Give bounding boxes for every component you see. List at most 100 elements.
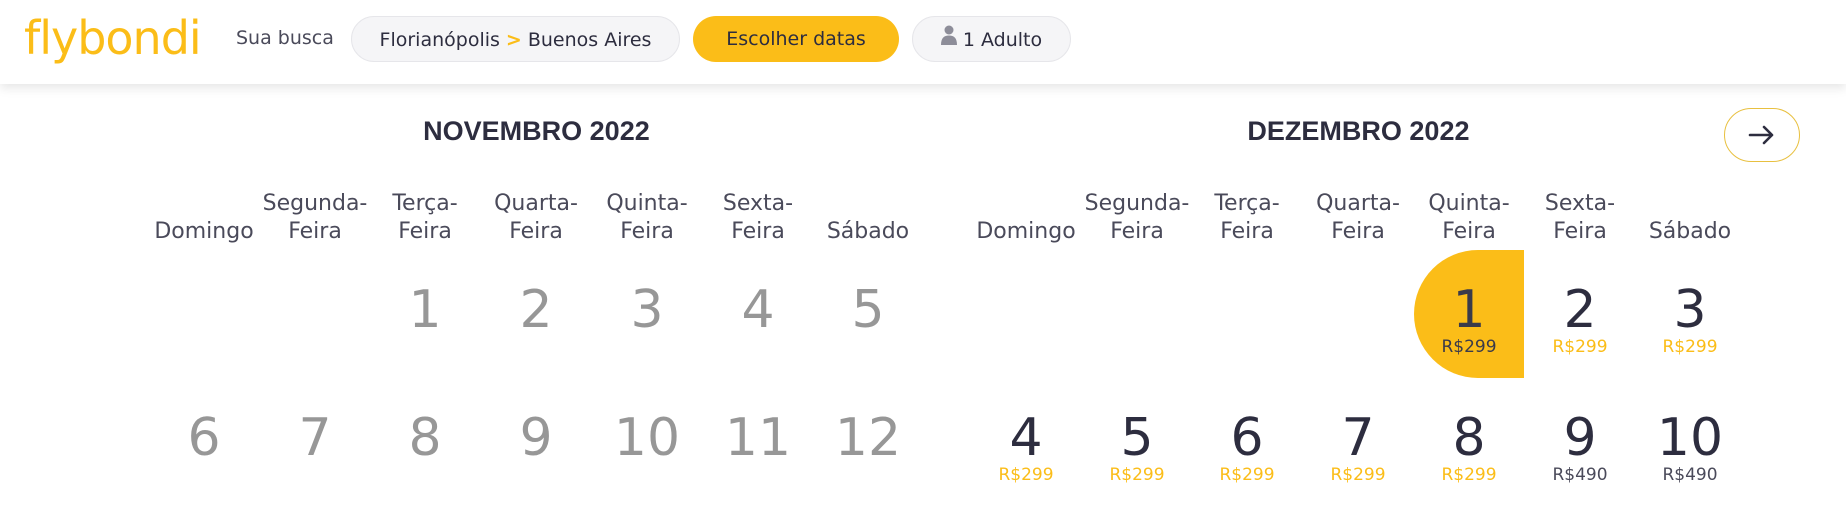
- day-number: 12: [834, 408, 902, 468]
- day-number: 2: [519, 280, 553, 340]
- weekday-label-line: Feira: [1110, 219, 1164, 244]
- day-number: 4: [1009, 408, 1043, 468]
- day-price: R$490: [1662, 465, 1718, 485]
- day-number: 7: [1341, 408, 1375, 468]
- route-origin: Florianópolis: [379, 29, 500, 51]
- day-cell: 4: [703, 250, 813, 378]
- day-cell: 6: [149, 378, 259, 506]
- passengers-label: 1 Adulto: [962, 29, 1043, 51]
- weekday-label-line: Sábado: [1648, 219, 1732, 244]
- flybondi-logo[interactable]: flybondi: [24, 10, 202, 66]
- route-destination: Buenos Aires: [527, 29, 652, 51]
- day-price: R$299: [1330, 465, 1386, 485]
- weekday-label-line: Quarta-: [494, 191, 578, 216]
- weekday-header: Segunda- Feira: [260, 190, 370, 246]
- day-number: 5: [1120, 408, 1154, 468]
- weekday-header: Sexta- Feira: [1525, 190, 1635, 246]
- day-number: 8: [1452, 408, 1486, 468]
- month-title: DEZEMBRO 2022: [1247, 116, 1470, 146]
- day-number: 3: [1673, 280, 1707, 340]
- day-cell[interactable]: 4 R$299: [971, 378, 1081, 506]
- day-number: 5: [851, 280, 885, 340]
- day-price: R$299: [1552, 337, 1608, 357]
- search-label: Sua busca: [236, 27, 334, 49]
- day-number: 11: [724, 408, 792, 468]
- weekday-header: Quinta- Feira: [592, 190, 702, 246]
- day-number: 6: [187, 408, 221, 468]
- weekday-label-line: Segunda-: [1084, 191, 1190, 216]
- weekday-header: Terça- Feira: [370, 190, 480, 246]
- day-cell[interactable]: 8 R$299: [1414, 378, 1524, 506]
- day-cell-selected[interactable]: 1 R$299: [1414, 250, 1524, 378]
- weekday-label-line: Domingo: [154, 219, 254, 244]
- weekday-label-line: Terça-: [1214, 191, 1280, 216]
- day-cell: 2: [481, 250, 591, 378]
- route-selector-button[interactable]: Florianópolis > Buenos Aires: [351, 16, 680, 62]
- day-number: 2: [1563, 280, 1597, 340]
- day-price: R$490: [1552, 465, 1608, 485]
- weekday-label-line: Sexta-: [1544, 191, 1616, 216]
- weekday-header: Quarta- Feira: [481, 190, 591, 246]
- day-number: 4: [741, 280, 775, 340]
- user-icon: [940, 16, 957, 62]
- weekday-header: Sexta- Feira: [703, 190, 813, 246]
- day-cell[interactable]: 7 R$299: [1303, 378, 1413, 506]
- weekday-header: Domingo: [971, 190, 1081, 246]
- day-price: R$299: [1662, 337, 1718, 357]
- day-number: 1: [408, 280, 442, 340]
- day-cell: 3: [592, 250, 702, 378]
- day-cell: 7: [260, 378, 370, 506]
- weekday-header: Terça- Feira: [1192, 190, 1302, 246]
- weekday-label-line: Segunda-: [262, 191, 368, 216]
- day-cell[interactable]: 6 R$299: [1192, 378, 1302, 506]
- day-price: R$299: [1219, 465, 1275, 485]
- weekday-label-line: Terça-: [392, 191, 458, 216]
- day-number: 1: [1452, 280, 1486, 340]
- day-cell: 11: [703, 378, 813, 506]
- day-cell[interactable]: 2 R$299: [1525, 250, 1635, 378]
- day-price: R$299: [1109, 465, 1165, 485]
- day-cell: 12: [813, 378, 923, 506]
- weekday-header: Sábado: [813, 190, 923, 246]
- weekday-label-line: Feira: [731, 219, 785, 244]
- day-number: 7: [298, 408, 332, 468]
- weekday-label-line: Feira: [288, 219, 342, 244]
- weekday-label-line: Quinta-: [606, 191, 688, 216]
- weekday-label-line: Feira: [1331, 219, 1385, 244]
- day-number: 9: [1563, 408, 1597, 468]
- top-bar: flybondi Sua busca Florianópolis > Buenos …: [0, 0, 1846, 84]
- day-number: 10: [1656, 408, 1724, 468]
- weekday-header: Segunda- Feira: [1082, 190, 1192, 246]
- day-number: 6: [1230, 408, 1264, 468]
- weekday-label-line: Feira: [1442, 219, 1496, 244]
- arrow-right-icon: [1748, 125, 1774, 145]
- weekday-label-line: Sábado: [826, 219, 910, 244]
- day-cell[interactable]: 9 R$490: [1525, 378, 1635, 506]
- choose-dates-button[interactable]: Escolher datas: [693, 16, 899, 62]
- day-number: 3: [630, 280, 664, 340]
- weekday-label-line: Domingo: [976, 219, 1076, 244]
- weekday-label-line: Feira: [1553, 219, 1607, 244]
- day-cell: 8: [370, 378, 480, 506]
- weekday-label-line: Quinta-: [1428, 191, 1510, 216]
- day-cell[interactable]: 10 R$490: [1635, 378, 1745, 506]
- day-cell: 5: [813, 250, 923, 378]
- day-cell[interactable]: 3 R$299: [1635, 250, 1745, 378]
- day-number: 9: [519, 408, 553, 468]
- chevron-right-icon: >: [505, 29, 522, 51]
- passengers-button[interactable]: 1 Adulto: [912, 16, 1071, 62]
- weekday-header: Quarta- Feira: [1303, 190, 1413, 246]
- day-cell: 9: [481, 378, 591, 506]
- month-title: NOVEMBRO 2022: [423, 116, 650, 146]
- day-cell[interactable]: 5 R$299: [1082, 378, 1192, 506]
- day-price: R$299: [998, 465, 1054, 485]
- day-cell: 1: [370, 250, 480, 378]
- day-price: R$299: [1441, 465, 1497, 485]
- weekday-header: Sábado: [1635, 190, 1745, 246]
- day-number: 8: [408, 408, 442, 468]
- day-number: 10: [613, 408, 681, 468]
- weekday-header: Domingo: [149, 190, 259, 246]
- weekday-header: Quinta- Feira: [1414, 190, 1524, 246]
- day-cell: 10: [592, 378, 702, 506]
- weekday-label-line: Feira: [1220, 219, 1274, 244]
